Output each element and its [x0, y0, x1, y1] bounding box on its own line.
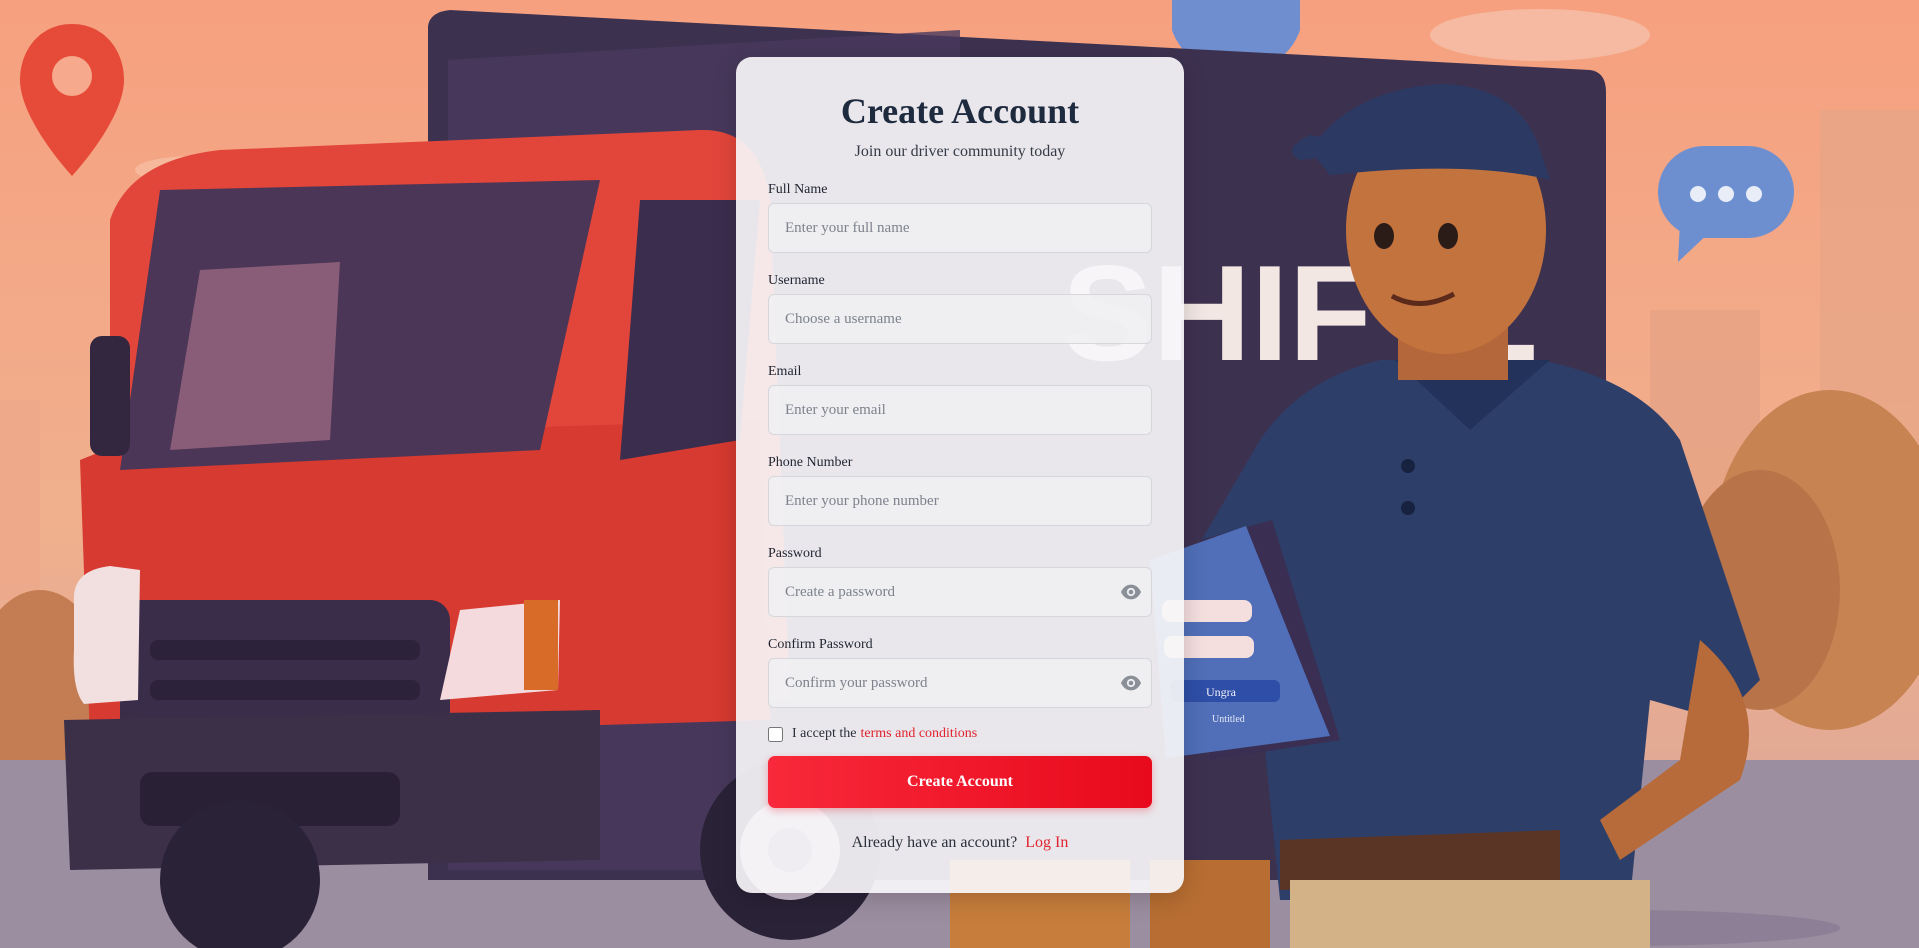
signup-card: Create Account Join our driver community…: [736, 57, 1184, 893]
confirm-password-input[interactable]: [768, 658, 1152, 708]
password-label: Password: [768, 546, 822, 561]
page-subtitle: Join our driver community today: [854, 143, 1066, 160]
terms-checkbox[interactable]: [768, 726, 783, 742]
full-name-input[interactable]: [768, 203, 1152, 253]
email-input[interactable]: [768, 385, 1152, 435]
phone-input[interactable]: [768, 476, 1152, 526]
confirm-password-group: Confirm Password: [768, 637, 1152, 708]
login-prompt-text: Already have an account?: [851, 834, 1018, 851]
svg-text:Ungra: Ungra: [1206, 685, 1237, 699]
phone-label: Phone Number: [768, 455, 853, 470]
page-title: Create Account: [840, 91, 1080, 131]
login-link[interactable]: Log In: [1025, 834, 1068, 851]
svg-text:Untitled: Untitled: [1212, 714, 1245, 725]
terms-link[interactable]: terms and conditions: [861, 726, 978, 742]
terms-row: I accept the terms and conditions: [768, 726, 1152, 742]
full-name-label: Full Name: [768, 182, 828, 197]
eye-icon[interactable]: [1120, 672, 1142, 694]
create-account-button[interactable]: Create Account: [768, 756, 1152, 808]
password-input[interactable]: [768, 567, 1152, 617]
confirm-password-label: Confirm Password: [768, 637, 873, 652]
phone-group: Phone Number: [768, 455, 1152, 526]
full-name-group: Full Name: [768, 182, 1152, 253]
email-group: Email: [768, 364, 1152, 435]
username-group: Username: [768, 273, 1152, 344]
username-input[interactable]: [768, 294, 1152, 344]
terms-text: I accept the: [792, 726, 857, 741]
username-label: Username: [768, 273, 825, 288]
login-prompt-row: Already have an account? Log In: [768, 834, 1152, 852]
eye-icon[interactable]: [1120, 581, 1142, 603]
password-group: Password: [768, 546, 1152, 617]
email-label: Email: [768, 364, 802, 379]
